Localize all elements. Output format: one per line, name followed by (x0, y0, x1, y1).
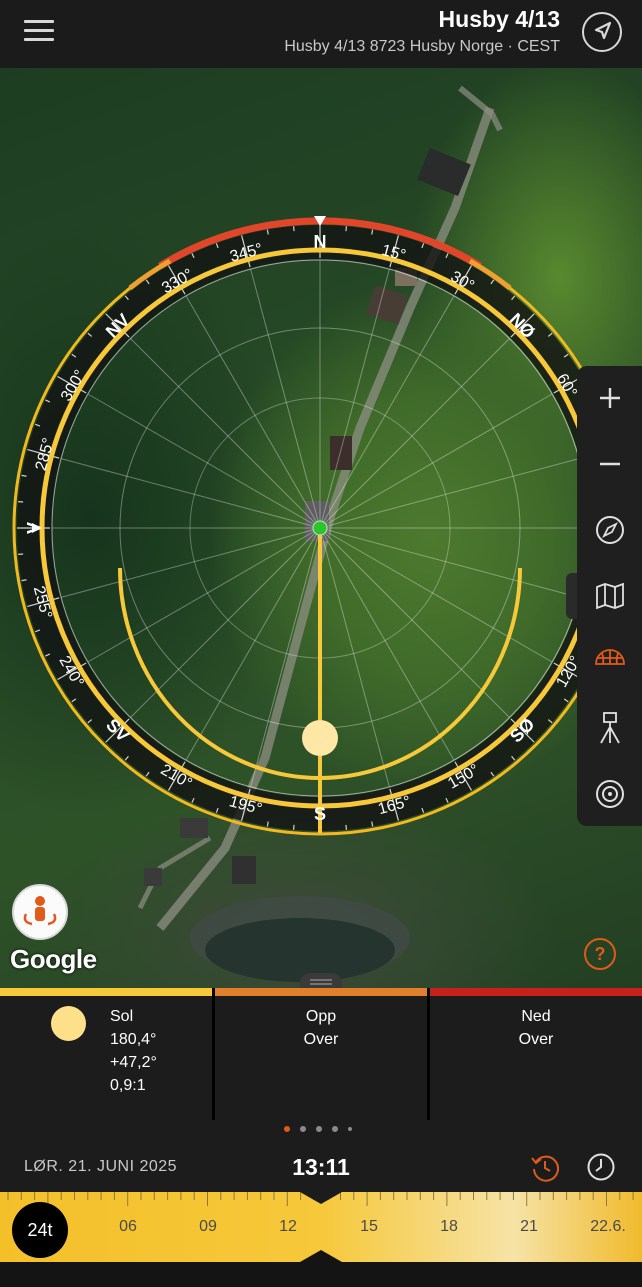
clock-icon[interactable] (586, 1152, 616, 1182)
sun-info-panel: Sol 180,4° +47,2° 0,9:1 Opp Over Ned Ove… (0, 988, 642, 1120)
compass-cardinal-label: N (314, 232, 327, 252)
location-title: Husby 4/13 (438, 6, 560, 32)
timeline-tick-label: 18 (440, 1218, 458, 1235)
bottom-bar (0, 1262, 642, 1287)
timeline-tick-label: 15 (360, 1218, 378, 1235)
panel-drag-handle[interactable] (300, 973, 342, 988)
compass-icon[interactable] (577, 502, 642, 558)
sunset-value: Over (518, 1031, 554, 1048)
range-24h-button[interactable]: 24t (12, 1202, 68, 1258)
hamburger-menu-icon[interactable] (24, 20, 56, 46)
timeline-tick-label: 21 (520, 1218, 538, 1235)
sun-icon (51, 1006, 86, 1041)
zoom-in-icon[interactable] (577, 370, 642, 426)
compass-tick (371, 229, 374, 235)
map-side-toolbar (577, 366, 642, 826)
page-dot[interactable] (332, 1126, 338, 1132)
timeline-tick-label: 06 (119, 1218, 137, 1235)
toolbar-drag-tab[interactable] (566, 573, 577, 619)
compass-spoke (319, 527, 455, 761)
timeline-tick-label: 22.6. (590, 1218, 626, 1235)
sunrise-value: Over (303, 1031, 339, 1048)
compass-tick (21, 474, 27, 477)
page-dot[interactable] (316, 1126, 322, 1132)
compass-tick (371, 821, 374, 827)
map-layers-icon[interactable] (577, 568, 642, 624)
ar-view-icon[interactable] (12, 884, 68, 940)
location-subtitle: Husby 4/13 8723 Husby Norge · CEST (284, 38, 560, 55)
page-indicator (284, 1126, 352, 1132)
compass-tick (266, 229, 269, 235)
zoom-out-icon[interactable] (577, 436, 642, 492)
sunrise-column[interactable]: Opp Over (215, 988, 427, 1120)
compass-cardinal-label: V (24, 522, 44, 534)
sunset-column[interactable]: Ned Over (430, 988, 642, 1120)
help-icon[interactable]: ? (584, 938, 616, 970)
compass-tick (266, 821, 269, 827)
compass-tick (21, 579, 27, 582)
compass-spoke (130, 338, 321, 529)
timeline-tick-label: 09 (199, 1218, 217, 1235)
timeline-tick-label: 12 (279, 1218, 297, 1235)
compass-spoke (87, 393, 321, 529)
map-view[interactable]: 15°30°60°75°105°120°150°165°195°210°240°… (0, 68, 642, 988)
page-dot[interactable] (348, 1127, 352, 1131)
sunset-label: Ned (521, 1008, 551, 1025)
page-dot[interactable] (284, 1126, 290, 1132)
compass-cardinal-label: S (314, 804, 326, 824)
sunrise-label: Opp (305, 1008, 337, 1025)
shadow-ratio: 0,9:1 (110, 1077, 146, 1094)
sun-label: Sol (110, 1008, 134, 1025)
navigation-arrow-icon[interactable] (582, 12, 622, 52)
sun-azimuth: 180,4° (110, 1031, 157, 1048)
app-header: Husby 4/13 Husby 4/13 8723 Husby Norge ·… (0, 0, 642, 68)
date-time-row: LØR. 21. JUNI 2025 13:11 (0, 1120, 642, 1192)
compass-spoke (319, 393, 553, 529)
sun-elevation: +47,2° (110, 1054, 157, 1071)
reset-time-icon[interactable] (530, 1152, 560, 1182)
compass-spoke (319, 295, 455, 529)
page-dot[interactable] (300, 1126, 306, 1132)
google-attribution: Google (10, 944, 97, 974)
tripod-icon[interactable] (577, 700, 642, 756)
sun-info-column[interactable]: Sol 180,4° +47,2° 0,9:1 (0, 988, 212, 1120)
target-icon[interactable] (577, 766, 642, 822)
compass-spoke (319, 338, 510, 529)
compass-spoke (185, 295, 321, 529)
globe-grid-icon[interactable] (577, 628, 642, 684)
